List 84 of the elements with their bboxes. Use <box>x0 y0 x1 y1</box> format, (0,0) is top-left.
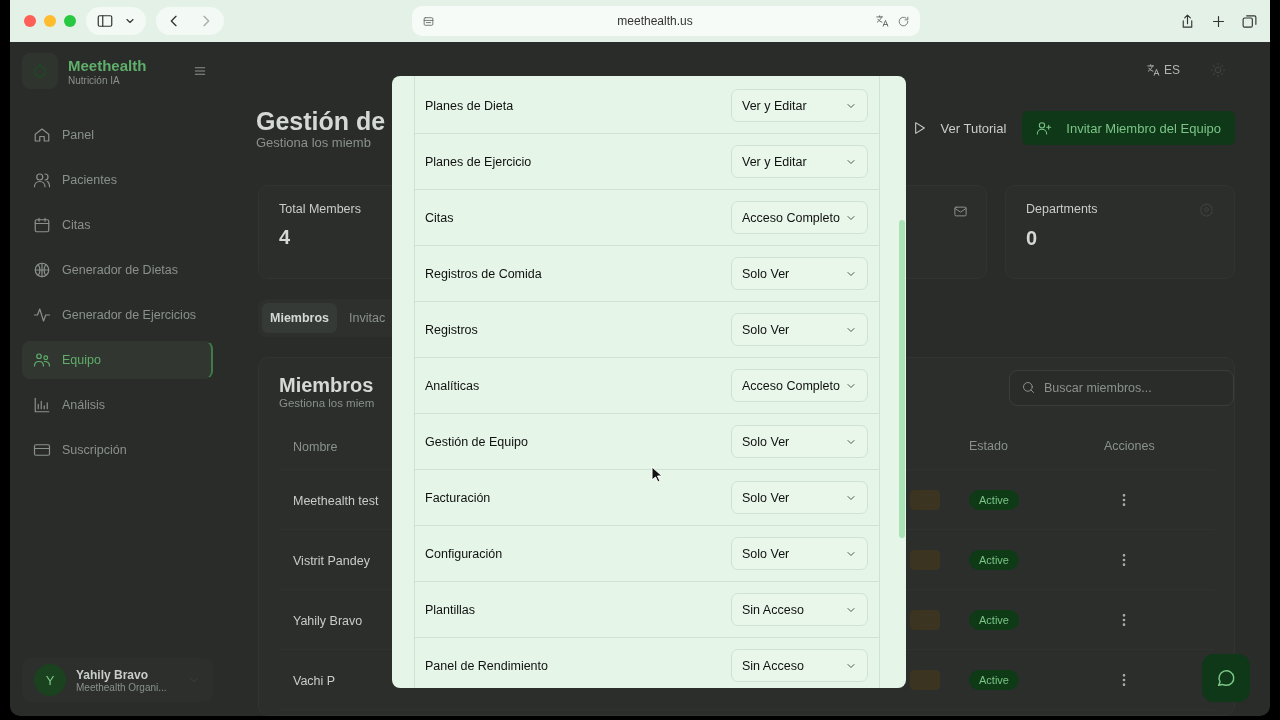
tab[interactable]: Miembros <box>262 303 338 333</box>
stat-value: 0 <box>1026 227 1039 250</box>
permission-label: Registros de Comida <box>425 266 542 281</box>
permission-label: Analíticas <box>425 378 480 393</box>
access-select[interactable]: Acceso Completo <box>731 369 868 402</box>
sidebar-icon <box>96 12 114 30</box>
stat-label: Total Members <box>279 202 362 216</box>
member-name: Vachi P <box>293 673 336 688</box>
permission-label: Planes de Dieta <box>425 98 514 113</box>
section-subtitle: Gestiona los miem <box>279 397 375 409</box>
stat-value: 4 <box>279 226 292 249</box>
member-name: Meethealth test <box>293 493 379 508</box>
permission-label: Citas <box>425 210 454 225</box>
brand-name: Meethealth <box>68 56 147 75</box>
permission-label: Panel de Rendimiento <box>425 658 548 673</box>
access-select[interactable]: Solo Ver <box>731 257 868 290</box>
status-badge: Active <box>969 609 1019 630</box>
tab[interactable]: Invitac <box>341 303 394 333</box>
globe-icon <box>33 261 51 279</box>
mail-icon <box>953 204 968 219</box>
permission-label: Planes de Ejercicio <box>425 154 532 169</box>
sidebar-item[interactable]: Panel <box>22 116 213 154</box>
users-icon <box>33 351 51 369</box>
address-bar[interactable]: meethealth.us <box>412 6 920 36</box>
search-field[interactable]: Buscar miembros... <box>1009 370 1234 406</box>
user-organization: Meethealth Organi... <box>76 681 168 693</box>
card-icon <box>33 441 51 459</box>
member-name: Yahily Bravo <box>293 613 363 628</box>
users-icon <box>33 171 51 189</box>
access-select[interactable]: Sin Acceso <box>731 593 868 626</box>
stat-label: Departments <box>1026 202 1098 217</box>
scrollbar-thumb[interactable] <box>899 220 905 538</box>
sidebar-item[interactable]: Generador de Ejercicios <box>22 296 213 334</box>
translate-icon <box>875 14 889 28</box>
user-avatar: Y <box>34 664 66 696</box>
member-name: Vistrit Pandey <box>293 553 370 568</box>
user-plus-icon <box>1036 120 1053 136</box>
permission-label: Configuración <box>425 546 503 561</box>
sidebar-item[interactable]: Equipo <box>22 341 213 379</box>
chat-button[interactable] <box>1202 654 1250 702</box>
sidebar-item[interactable]: Citas <box>22 206 213 244</box>
home-icon <box>33 126 51 144</box>
tabs-button[interactable] <box>1241 12 1258 30</box>
section-title: Miembros <box>279 374 375 397</box>
access-select[interactable]: Solo Ver <box>731 425 868 458</box>
tutorial-button[interactable]: Ver Tutorial <box>910 120 1007 136</box>
column-header: Nombre <box>293 440 338 454</box>
access-select[interactable]: Solo Ver <box>731 537 868 570</box>
sidebar-item[interactable]: Pacientes <box>22 161 213 199</box>
access-select[interactable]: Solo Ver <box>731 481 868 514</box>
page-icon <box>422 14 435 28</box>
sidebar-item[interactable]: Generador de Dietas <box>22 251 213 289</box>
access-select[interactable]: Ver y Editar <box>731 145 868 178</box>
access-select[interactable]: Acceso Completo <box>731 201 868 234</box>
sidebar-button[interactable] <box>96 12 114 30</box>
page-subtitle: Gestiona los miemb <box>256 134 372 150</box>
access-select[interactable]: Sin Acceso <box>731 649 868 682</box>
cursor-icon <box>651 466 663 483</box>
status-badge: Active <box>969 549 1019 570</box>
calendar-icon <box>33 216 51 234</box>
user-name: Yahily Bravo <box>76 667 150 682</box>
column-header: Acciones <box>1104 439 1156 453</box>
sidebar-item[interactable]: Análisis <box>22 386 213 424</box>
chat-icon <box>1215 667 1237 689</box>
status-badge: Active <box>969 489 1019 510</box>
brand-tagline: Nutrición IA <box>68 74 121 86</box>
bar-chart-icon <box>33 396 51 414</box>
tabs-icon <box>1241 12 1258 30</box>
translate-icon <box>1146 62 1160 77</box>
permission-label: Gestión de Equipo <box>425 434 528 449</box>
invite-button[interactable]: Invitar Miembro del Equipo <box>1022 111 1235 145</box>
permission-label: Facturación <box>425 490 491 505</box>
access-select[interactable]: Solo Ver <box>731 313 868 346</box>
access-select[interactable]: Ver y Editar <box>731 89 868 122</box>
permission-label: Plantillas <box>425 602 476 617</box>
close-button[interactable] <box>24 15 36 27</box>
status-badge: Active <box>969 669 1019 690</box>
page-title: Gestión de <box>256 106 386 135</box>
pulse-icon <box>33 306 51 324</box>
column-header: Estado <box>969 439 1009 453</box>
reload-icon <box>897 14 910 28</box>
language-button[interactable]: ES <box>1146 62 1180 77</box>
permission-label: Registros <box>425 322 478 337</box>
sidebar-item[interactable]: Suscripción <box>22 431 213 469</box>
